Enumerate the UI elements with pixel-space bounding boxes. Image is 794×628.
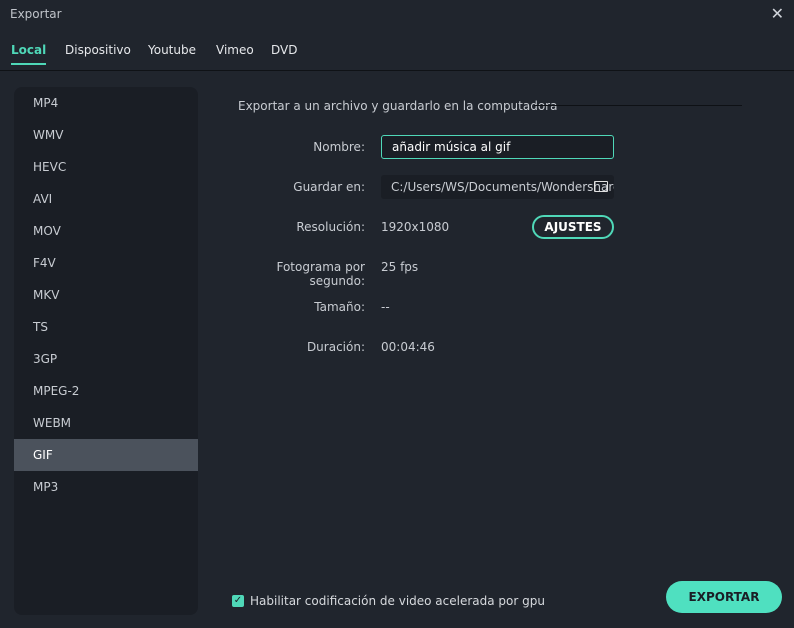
tab-youtube[interactable]: Youtube xyxy=(148,43,196,57)
settings-button[interactable]: AJUSTES xyxy=(532,215,614,239)
duration-value: 00:04:46 xyxy=(381,340,435,354)
section-title: Exportar a un archivo y guardarlo en la … xyxy=(238,99,558,113)
format-item-hevc[interactable]: HEVC xyxy=(14,151,198,183)
format-item-avi[interactable]: AVI xyxy=(14,183,198,215)
save-label: Guardar en: xyxy=(293,180,365,194)
format-list: MP4 WMV HEVC AVI MOV F4V MKV TS 3GP MPEG-2 WEBM GIF… xyxy=(14,87,198,615)
size-label: Tamaño: xyxy=(314,300,365,314)
close-icon[interactable]: ✕ xyxy=(771,4,784,23)
name-input[interactable] xyxy=(381,135,614,159)
format-item-mkv[interactable]: MKV xyxy=(14,279,198,311)
resolution-label: Resolución: xyxy=(296,220,365,234)
format-item-gif[interactable]: GIF xyxy=(14,439,198,471)
window-title: Exportar xyxy=(10,7,62,21)
format-item-mpeg-2[interactable]: MPEG-2 xyxy=(14,375,198,407)
gpu-label: Habilitar codificación de video acelerad… xyxy=(250,594,545,608)
format-item-ts[interactable]: TS xyxy=(14,311,198,343)
resolution-value: 1920x1080 xyxy=(381,220,450,234)
format-item-3gp[interactable]: 3GP xyxy=(14,343,198,375)
size-value: -- xyxy=(381,300,390,314)
gpu-checkbox[interactable]: ✓ xyxy=(232,595,244,607)
tab-bar: Local Dispositivo Youtube Vimeo DVD xyxy=(0,40,794,71)
tab-local[interactable]: Local xyxy=(11,43,47,65)
divider xyxy=(534,105,742,106)
duration-label: Duración: xyxy=(306,340,365,354)
folder-icon[interactable] xyxy=(594,181,608,192)
fps-label: Fotograma por segundo: xyxy=(276,260,365,288)
name-label: Nombre: xyxy=(313,140,365,154)
save-path-field[interactable]: C:/Users/WS/Documents/Wondershare xyxy=(381,175,614,199)
format-item-mp4[interactable]: MP4 xyxy=(14,87,198,119)
fps-value: 25 fps xyxy=(381,260,419,274)
format-item-mov[interactable]: MOV xyxy=(14,215,198,247)
save-path-value: C:/Users/WS/Documents/Wondershare xyxy=(391,180,614,194)
tab-dvd[interactable]: DVD xyxy=(271,43,297,57)
export-button[interactable]: EXPORTAR xyxy=(666,581,782,613)
tab-dispositivo[interactable]: Dispositivo xyxy=(65,43,131,57)
format-item-webm[interactable]: WEBM xyxy=(14,407,198,439)
format-item-wmv[interactable]: WMV xyxy=(14,119,198,151)
format-item-f4v[interactable]: F4V xyxy=(14,247,198,279)
tab-vimeo[interactable]: Vimeo xyxy=(216,43,254,57)
format-item-mp3[interactable]: MP3 xyxy=(14,471,198,503)
